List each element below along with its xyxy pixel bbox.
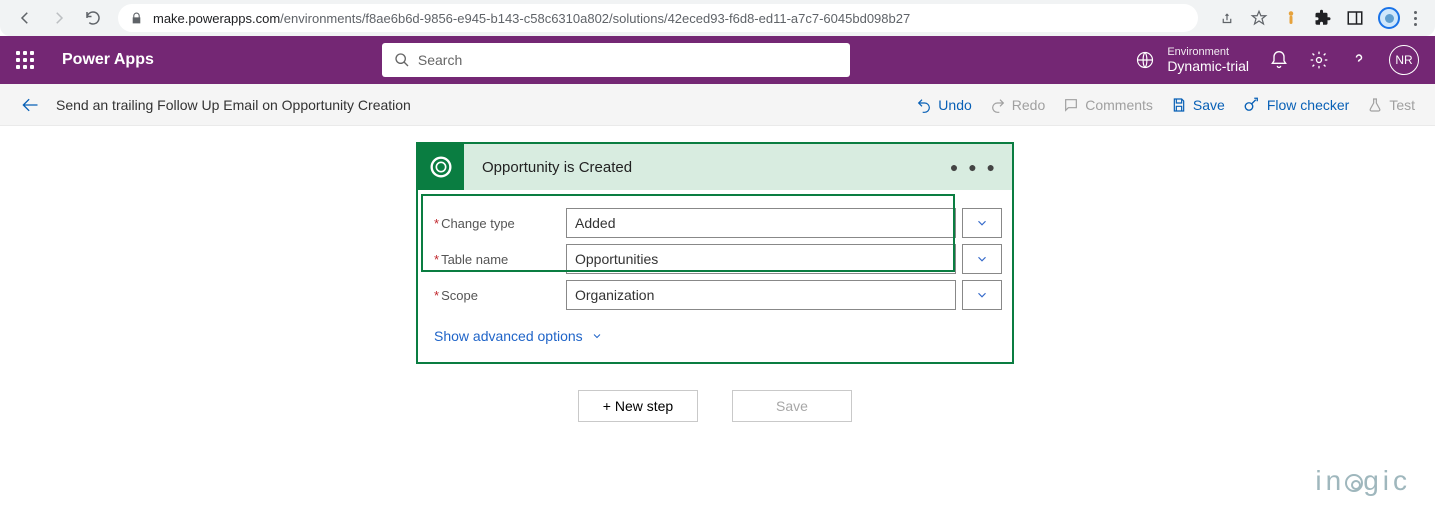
menu-icon[interactable] <box>1414 11 1417 26</box>
redo-button: Redo <box>990 97 1045 113</box>
star-icon[interactable] <box>1250 9 1268 27</box>
field-table-name: *Table name Opportunities <box>428 244 1002 274</box>
user-avatar[interactable]: NR <box>1389 45 1419 75</box>
gear-icon[interactable] <box>1309 50 1329 70</box>
change-type-input[interactable]: Added <box>566 208 956 238</box>
search-icon <box>394 52 410 68</box>
bottom-actions: + New step Save <box>416 390 1014 422</box>
new-step-button[interactable]: + New step <box>578 390 698 422</box>
test-button[interactable]: Test <box>1367 97 1415 113</box>
app-launcher-icon[interactable] <box>16 51 34 69</box>
watermark-logo: ingic <box>1315 465 1411 497</box>
extensions-icon[interactable] <box>1314 9 1332 27</box>
browser-right-icons <box>1208 7 1427 29</box>
toolbar-actions: Undo Redo Comments Save Flow checker Tes… <box>916 96 1415 114</box>
table-name-input[interactable]: Opportunities <box>566 244 956 274</box>
table-name-label: Table name <box>441 252 508 267</box>
environment-picker[interactable]: Environment Dynamic-trial <box>1135 46 1249 75</box>
env-value: Dynamic-trial <box>1167 58 1249 74</box>
address-bar[interactable]: make.powerapps.com/environments/f8ae6b6d… <box>118 4 1198 32</box>
env-label: Environment <box>1167 46 1249 59</box>
flow-title: Send an trailing Follow Up Email on Oppo… <box>56 97 411 113</box>
back-icon[interactable] <box>16 9 34 27</box>
table-name-dropdown-icon[interactable] <box>962 244 1002 274</box>
change-type-dropdown-icon[interactable] <box>962 208 1002 238</box>
field-change-type: *Change type Added <box>428 208 1002 238</box>
back-arrow-icon[interactable] <box>20 95 40 115</box>
flow-checker-button[interactable]: Flow checker <box>1243 96 1349 114</box>
browser-toolbar: make.powerapps.com/environments/f8ae6b6d… <box>0 0 1435 36</box>
save-button[interactable]: Save <box>1171 97 1225 113</box>
field-scope: *Scope Organization <box>428 280 1002 310</box>
scope-input[interactable]: Organization <box>566 280 956 310</box>
show-advanced-link[interactable]: Show advanced options <box>428 328 1002 344</box>
panel-icon[interactable] <box>1346 9 1364 27</box>
canvas-save-button[interactable]: Save <box>732 390 852 422</box>
share-icon[interactable] <box>1218 9 1236 27</box>
card-title: Opportunity is Created <box>482 159 632 176</box>
card-menu-icon[interactable]: ● ● ● <box>950 159 998 175</box>
app-title: Power Apps <box>62 51 154 69</box>
scope-label: Scope <box>441 288 478 303</box>
undo-button[interactable]: Undo <box>916 97 971 113</box>
search-input[interactable] <box>418 52 838 68</box>
card-body: *Change type Added *Table name Opportuni… <box>418 190 1012 362</box>
ext1-icon[interactable] <box>1282 9 1300 27</box>
profile-avatar-icon[interactable] <box>1378 7 1400 29</box>
bell-icon[interactable] <box>1269 50 1289 70</box>
comments-button[interactable]: Comments <box>1063 97 1153 113</box>
help-icon[interactable] <box>1349 50 1369 70</box>
card-header[interactable]: Opportunity is Created ● ● ● <box>418 144 1012 190</box>
globe-icon <box>1135 50 1155 70</box>
scope-dropdown-icon[interactable] <box>962 280 1002 310</box>
lock-icon <box>130 12 143 25</box>
url-text: make.powerapps.com/environments/f8ae6b6d… <box>153 11 910 26</box>
powerapps-header: Power Apps Environment Dynamic-trial NR <box>0 36 1435 84</box>
search-box[interactable] <box>382 43 850 77</box>
trigger-card[interactable]: Opportunity is Created ● ● ● *Change typ… <box>416 142 1014 364</box>
header-right: Environment Dynamic-trial NR <box>1135 45 1419 75</box>
change-type-label: Change type <box>441 216 515 231</box>
dataverse-icon <box>418 144 464 190</box>
flow-toolbar: Send an trailing Follow Up Email on Oppo… <box>0 84 1435 126</box>
nav-icon-group <box>8 9 108 27</box>
reload-icon[interactable] <box>84 9 102 27</box>
forward-icon[interactable] <box>50 9 68 27</box>
